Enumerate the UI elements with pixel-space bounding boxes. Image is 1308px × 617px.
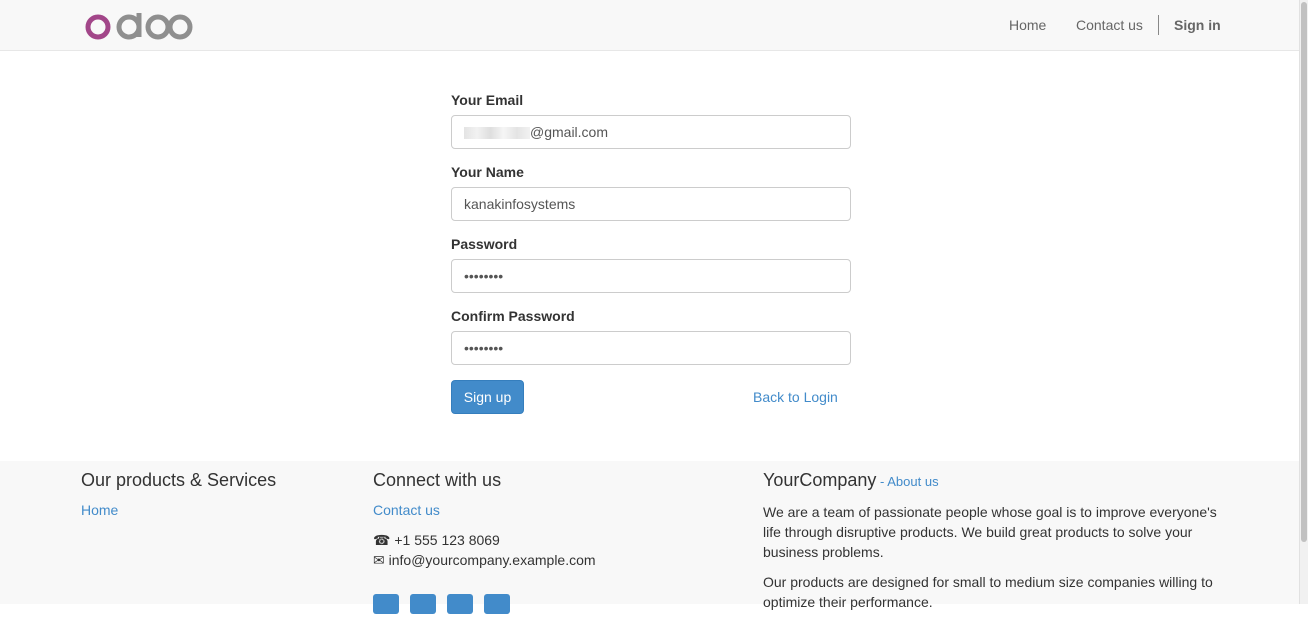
- vertical-scrollbar[interactable]: [1299, 0, 1308, 604]
- facebook-icon[interactable]: [373, 594, 399, 614]
- signup-form: Your Email @gmail.com Your Name kanakinf…: [451, 93, 851, 414]
- footer-products: Our products & Services Home: [81, 461, 341, 520]
- about-us-link[interactable]: About us: [887, 474, 938, 489]
- phone-text: +1 555 123 8069: [394, 532, 500, 548]
- password-field[interactable]: ••••••••: [451, 259, 851, 293]
- top-navbar: Home Contact us Sign in: [0, 0, 1300, 51]
- twitter-icon[interactable]: [409, 594, 436, 614]
- nav-home-link[interactable]: Home: [1009, 17, 1046, 33]
- footer: Our products & Services Home Connect wit…: [0, 461, 1300, 614]
- footer-company: YourCompany - About us We are a team of …: [763, 461, 1223, 612]
- email-text: info@yourcompany.example.com: [388, 552, 596, 568]
- nav-contact-link[interactable]: Contact us: [1076, 17, 1143, 33]
- phone-icon: ☎: [373, 532, 391, 548]
- back-to-login-link[interactable]: Back to Login: [753, 389, 838, 405]
- name-label: Your Name: [451, 164, 524, 180]
- company-products-text: Our products are designed for small to m…: [763, 574, 1213, 610]
- name-field[interactable]: kanakinfosystems: [451, 187, 851, 221]
- password-label: Password: [451, 236, 518, 252]
- company-title: YourCompany: [763, 470, 877, 490]
- scrollbar-thumb[interactable]: [1301, 2, 1307, 542]
- footer-home-link[interactable]: Home: [81, 502, 118, 518]
- redacted-email-prefix: [464, 127, 530, 140]
- confirm-password-field[interactable]: ••••••••: [451, 331, 851, 365]
- email-label: Your Email: [451, 92, 524, 108]
- nav-divider: [1158, 15, 1159, 35]
- footer-connect: Connect with us Contact us ☎ +1 555 123 …: [373, 461, 713, 570]
- email-field[interactable]: @gmail.com: [451, 115, 851, 149]
- footer-contact-link[interactable]: Contact us: [373, 502, 440, 518]
- signup-button[interactable]: Sign up: [451, 380, 524, 414]
- form-actions: Sign up Back to Login: [451, 380, 851, 414]
- social-icons: [373, 594, 517, 617]
- about-sep: -: [876, 474, 888, 489]
- nav-signin-link[interactable]: Sign in: [1174, 17, 1221, 33]
- email-value: @gmail.com: [530, 124, 609, 140]
- googleplus-icon[interactable]: [483, 594, 510, 614]
- odoo-logo[interactable]: [84, 8, 194, 42]
- company-description: We are a team of passionate people whose…: [763, 504, 1217, 560]
- connect-title: Connect with us: [373, 470, 502, 490]
- confirm-password-label: Confirm Password: [451, 308, 575, 324]
- envelope-icon: ✉: [373, 552, 385, 568]
- linkedin-icon[interactable]: [446, 594, 473, 614]
- products-title: Our products & Services: [81, 470, 277, 490]
